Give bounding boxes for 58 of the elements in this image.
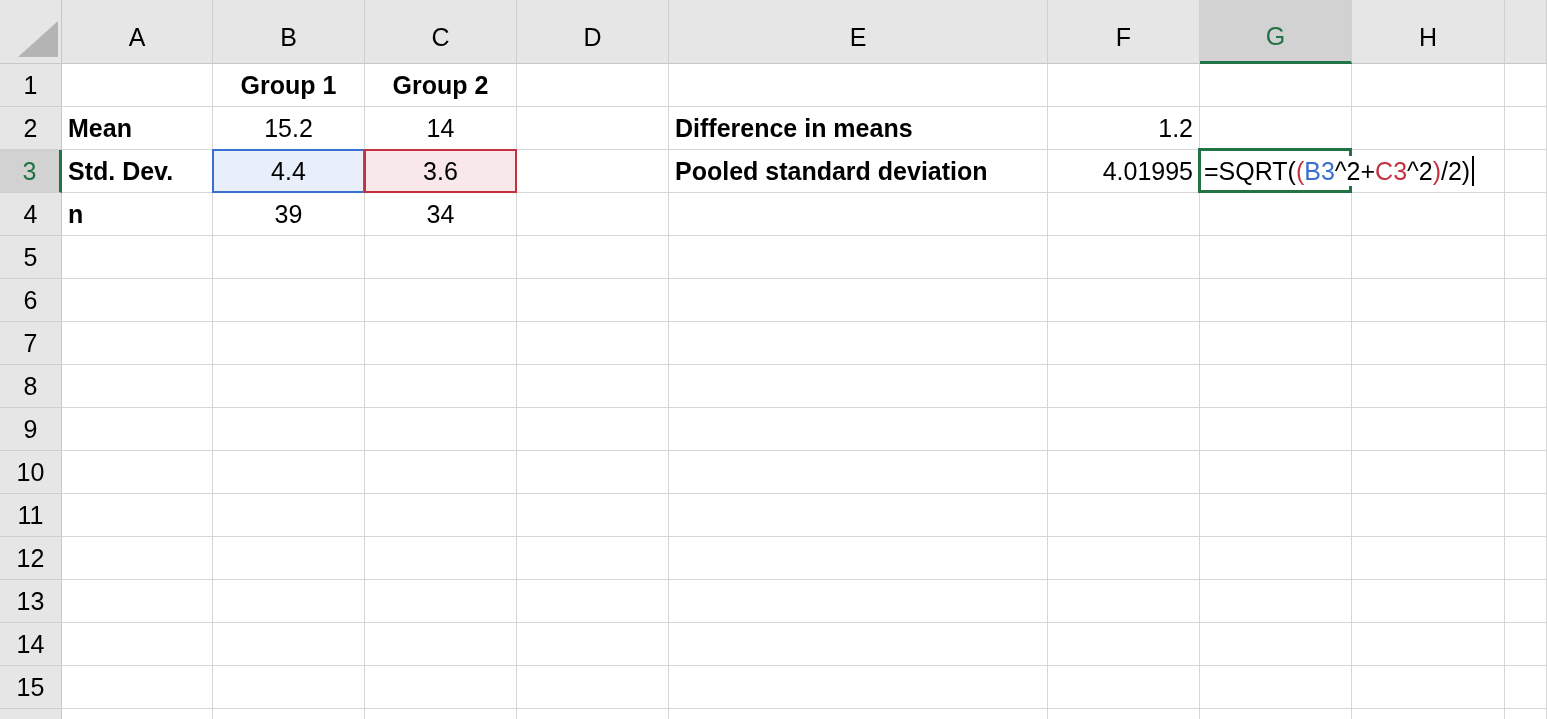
column-header[interactable]: H	[1352, 0, 1505, 64]
column-header[interactable]: C	[365, 0, 517, 64]
grid-cell	[1505, 193, 1547, 236]
row-header[interactable]	[0, 709, 62, 719]
referenced-cell: 3.6	[364, 149, 517, 193]
row-header[interactable]: 14	[0, 623, 62, 666]
table-cell: Mean	[62, 107, 213, 150]
table-cell: Group 1	[213, 64, 365, 107]
row-header[interactable]: 13	[0, 580, 62, 623]
column-header[interactable]: F	[1048, 0, 1200, 64]
row-header[interactable]: 10	[0, 451, 62, 494]
table-cell: 15.2	[213, 107, 365, 150]
table-cell: Difference in means	[669, 107, 1048, 150]
row-header[interactable]: 11	[0, 494, 62, 537]
column-header[interactable]: G	[1200, 0, 1352, 64]
table-cell: 1.2	[1048, 107, 1200, 150]
column-header[interactable]	[1505, 0, 1547, 64]
table-cell: 4.01995	[1048, 150, 1200, 193]
grid-cell	[1505, 666, 1547, 709]
grid-cell	[1505, 107, 1547, 150]
table-cell: 34	[365, 193, 517, 236]
grid-cell	[1505, 537, 1547, 580]
column-header[interactable]: A	[62, 0, 213, 64]
grid-cell	[1505, 623, 1547, 666]
grid-cell	[1505, 279, 1547, 322]
table-cell: Std. Dev.	[62, 150, 213, 193]
grid-cell	[1505, 150, 1547, 193]
text-cursor	[1472, 156, 1475, 186]
grid-cell	[1505, 408, 1547, 451]
formula-text[interactable]: =SQRT((B3^2+C3^2)/2)	[1204, 156, 1475, 186]
row-header[interactable]: 7	[0, 322, 62, 365]
row-header[interactable]: 12	[0, 537, 62, 580]
grid-cell	[1505, 322, 1547, 365]
column-header[interactable]: E	[669, 0, 1048, 64]
row-header[interactable]: 4	[0, 193, 62, 236]
select-all-icon[interactable]	[18, 21, 58, 57]
grid-cell	[1505, 365, 1547, 408]
table-cell: Pooled standard deviation	[669, 150, 1048, 193]
row-header[interactable]: 9	[0, 408, 62, 451]
row-header[interactable]: 2	[0, 107, 62, 150]
referenced-cell: 4.4	[212, 149, 365, 193]
table-cell: n	[62, 193, 213, 236]
row-header[interactable]: 5	[0, 236, 62, 279]
table-cell: 14	[365, 107, 517, 150]
grid-cell	[1505, 236, 1547, 279]
grid-cell	[1505, 580, 1547, 623]
row-header[interactable]: 6	[0, 279, 62, 322]
column-header[interactable]: D	[517, 0, 669, 64]
row-header[interactable]: 1	[0, 64, 62, 107]
table-cell: 39	[213, 193, 365, 236]
grid-cell	[1505, 494, 1547, 537]
grid-cell	[1505, 64, 1547, 107]
row-header[interactable]: 3	[0, 150, 62, 193]
row-header[interactable]: 15	[0, 666, 62, 709]
table-cell: Group 2	[365, 64, 517, 107]
grid-cell	[1505, 451, 1547, 494]
row-header[interactable]: 8	[0, 365, 62, 408]
column-header[interactable]: B	[213, 0, 365, 64]
